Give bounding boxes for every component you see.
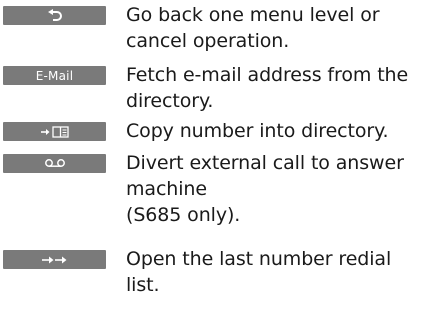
copy-to-directory-key <box>3 122 106 141</box>
redial-list-icon <box>41 254 69 266</box>
description-line: machine <box>126 178 207 200</box>
description-line: (S685 only). <box>126 204 241 226</box>
description-line: list. <box>126 274 160 296</box>
description-line: Divert external call to answer <box>126 152 404 174</box>
back-key <box>3 6 106 25</box>
back-arrow-icon <box>47 8 63 23</box>
redial-list-key <box>3 250 106 269</box>
description-line: Fetch e-mail address from the <box>126 64 409 86</box>
answer-machine-icon <box>44 158 66 169</box>
copy-to-directory-icon <box>40 125 70 138</box>
description-line: directory. <box>126 90 214 112</box>
description-line: Go back one menu level or <box>126 4 380 26</box>
answer-machine-key <box>3 154 106 173</box>
description-copy-to-directory: Copy number into directory. <box>126 118 438 144</box>
email-key-label: E-Mail <box>35 68 74 83</box>
description-email: Fetch e-mail address from the directory. <box>126 62 438 114</box>
description-line: Open the last number redial <box>126 248 392 270</box>
description-line: cancel operation. <box>126 30 290 52</box>
description-back: Go back one menu level or cancel operati… <box>126 2 438 54</box>
description-answer-machine: Divert external call to answer machine (… <box>126 150 438 228</box>
description-redial-list: Open the last number redial list. <box>126 246 438 298</box>
description-line: Copy number into directory. <box>126 120 389 142</box>
email-key: E-Mail <box>3 66 106 85</box>
